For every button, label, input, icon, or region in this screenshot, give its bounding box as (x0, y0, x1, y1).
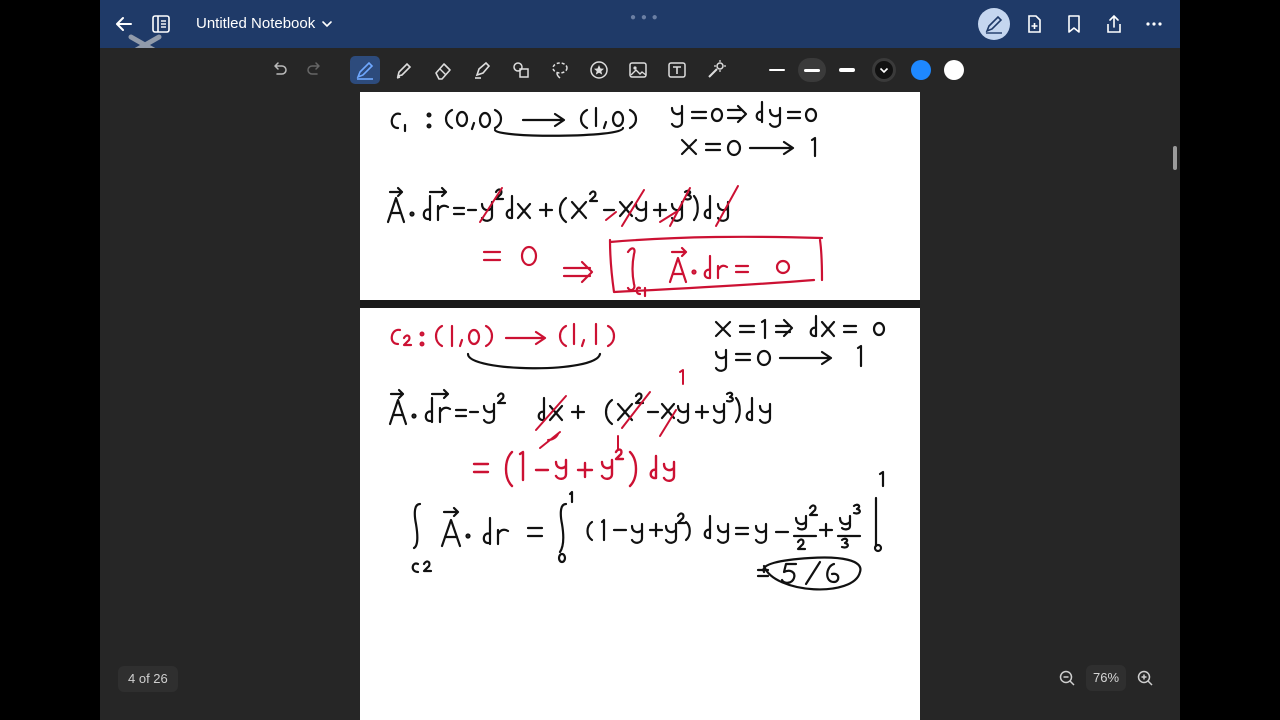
notebook-page-current[interactable] (360, 308, 920, 720)
redo-icon[interactable] (300, 56, 330, 84)
lasso-icon[interactable] (545, 56, 575, 84)
marker-icon[interactable] (389, 56, 419, 84)
add-page-icon[interactable] (1018, 8, 1050, 40)
notebook-page-previous[interactable] (360, 92, 920, 300)
color-picker-button[interactable] (872, 58, 896, 82)
zoom-in-button[interactable] (1130, 664, 1160, 692)
eraser-icon[interactable] (428, 56, 458, 84)
stroke-medium-button[interactable] (798, 58, 826, 82)
laser-icon[interactable] (701, 56, 731, 84)
text-icon[interactable] (662, 56, 692, 84)
zoom-in-icon (1137, 670, 1153, 686)
color-swatch-blue[interactable] (911, 60, 931, 80)
highlighter-icon[interactable] (467, 56, 497, 84)
image-icon[interactable] (623, 56, 653, 84)
undo-icon[interactable] (264, 56, 294, 84)
handwriting-canvas-2 (388, 314, 886, 591)
stroke-thin-button[interactable] (763, 58, 791, 82)
share-icon[interactable] (1098, 8, 1130, 40)
notebook-app: Untitled Notebook ● ● ● 4 of 26 76% (100, 0, 1180, 720)
shapes-icon[interactable] (506, 56, 536, 84)
zoom-level[interactable]: 76% (1086, 665, 1126, 691)
more-icon[interactable] (1138, 8, 1170, 40)
color-swatch-white[interactable] (944, 60, 964, 80)
page-separator (360, 300, 920, 308)
notebook-title-text: Untitled Notebook (196, 15, 316, 32)
top-bar: Untitled Notebook ● ● ● (100, 0, 1180, 48)
stroke-thick-button[interactable] (833, 58, 861, 82)
window-grip[interactable]: ● ● ● (630, 12, 659, 23)
bookmark-icon[interactable] (1058, 8, 1090, 40)
zoom-controls: 76% (1052, 664, 1160, 692)
drawing-toolbar (100, 48, 1180, 92)
page-indicator[interactable]: 4 of 26 (118, 666, 178, 692)
zoom-out-button[interactable] (1052, 664, 1082, 692)
scrollbar-thumb[interactable] (1173, 146, 1177, 170)
notebook-title[interactable]: Untitled Notebook (196, 15, 333, 32)
sticker-icon[interactable] (584, 56, 614, 84)
chevron-down-icon (322, 20, 333, 27)
zoom-out-icon (1059, 670, 1075, 686)
pen-icon[interactable] (350, 56, 380, 84)
handwriting-canvas-1 (386, 100, 824, 298)
pen-edit-icon[interactable] (978, 8, 1010, 40)
